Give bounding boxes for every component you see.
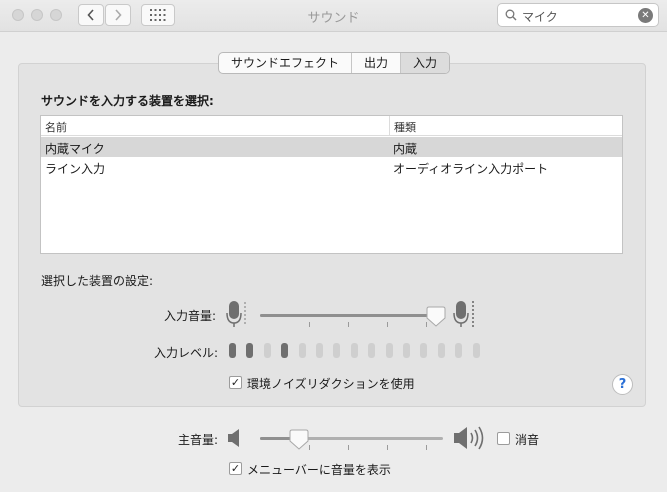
level-segment <box>298 343 306 358</box>
level-segment <box>316 343 323 358</box>
device-table: 名前 種類 内蔵マイク 内蔵 ライン入力 オーディオライン入力ポート <box>40 115 623 254</box>
table-row[interactable]: 内蔵マイク 内蔵 <box>41 137 622 157</box>
level-segment <box>472 343 480 358</box>
column-header-name[interactable]: 名前 <box>45 119 67 135</box>
level-segment <box>263 343 271 358</box>
speaker-low-icon <box>228 429 239 447</box>
column-header-type[interactable]: 種類 <box>394 119 416 135</box>
input-volume-label: 入力音量: <box>164 309 217 323</box>
device-type: オーディオライン入力ポート <box>393 162 549 176</box>
level-segment <box>350 343 358 358</box>
level-segment <box>368 343 376 358</box>
level-segment <box>333 343 341 358</box>
level-segment <box>385 343 393 358</box>
title-bar: サウンド マイク ✕ <box>0 0 667 32</box>
input-volume-fill <box>260 314 432 317</box>
tab-sound-effects[interactable]: サウンドエフェクト <box>219 53 353 73</box>
show-volume-menubar-label: メニューバーに音量を表示 <box>247 463 391 477</box>
help-button[interactable]: ? <box>612 374 633 395</box>
tab-input[interactable]: 入力 <box>401 53 450 73</box>
slider-tick <box>348 445 349 450</box>
slider-tick <box>387 445 388 450</box>
device-name: ライン入力 <box>45 162 106 176</box>
column-divider <box>389 116 390 136</box>
device-name: 内蔵マイク <box>45 142 105 156</box>
table-row[interactable]: ライン入力 オーディオライン入力ポート <box>41 157 622 177</box>
show-volume-menubar-checkbox[interactable]: ✓ <box>229 462 242 475</box>
slider-tick <box>309 322 310 327</box>
table-header: 名前 種類 <box>41 116 622 136</box>
input-volume-knob[interactable] <box>426 306 446 328</box>
clear-icon[interactable]: ✕ <box>638 8 653 23</box>
level-segment <box>455 343 463 358</box>
settings-title: 選択した装置の設定: <box>41 274 154 288</box>
slider-tick <box>387 322 388 327</box>
slider-tick <box>426 445 427 450</box>
input-level-label: 入力レベル: <box>154 346 219 360</box>
output-volume-label: 主音量: <box>178 433 219 447</box>
level-segment <box>420 343 428 358</box>
level-segment <box>403 343 410 358</box>
search-icon <box>505 9 517 21</box>
tab-output[interactable]: 出力 <box>352 53 402 73</box>
section-title: サウンドを入力する装置を選択: <box>41 94 214 108</box>
mute-label: 消音 <box>515 433 540 447</box>
search-query[interactable]: マイク <box>522 8 558 25</box>
slider-tick <box>309 445 310 450</box>
level-segment <box>281 343 289 358</box>
level-segment <box>437 343 445 358</box>
slider-tick <box>348 322 349 327</box>
level-segment <box>229 343 236 358</box>
output-volume-knob[interactable] <box>289 429 309 451</box>
noise-reduction-checkbox[interactable]: ✓ <box>229 376 242 389</box>
level-segment <box>246 343 254 358</box>
noise-reduction-label: 環境ノイズリダクションを使用 <box>247 377 415 391</box>
mute-checkbox[interactable] <box>497 432 510 445</box>
mic-low-icon <box>226 301 246 327</box>
tab-bar: サウンドエフェクト 出力 入力 <box>218 52 451 74</box>
device-type: 内蔵 <box>393 142 418 156</box>
mic-high-icon <box>453 301 474 327</box>
speaker-high-icon <box>454 426 484 450</box>
search-field[interactable]: マイク ✕ <box>497 3 659 27</box>
